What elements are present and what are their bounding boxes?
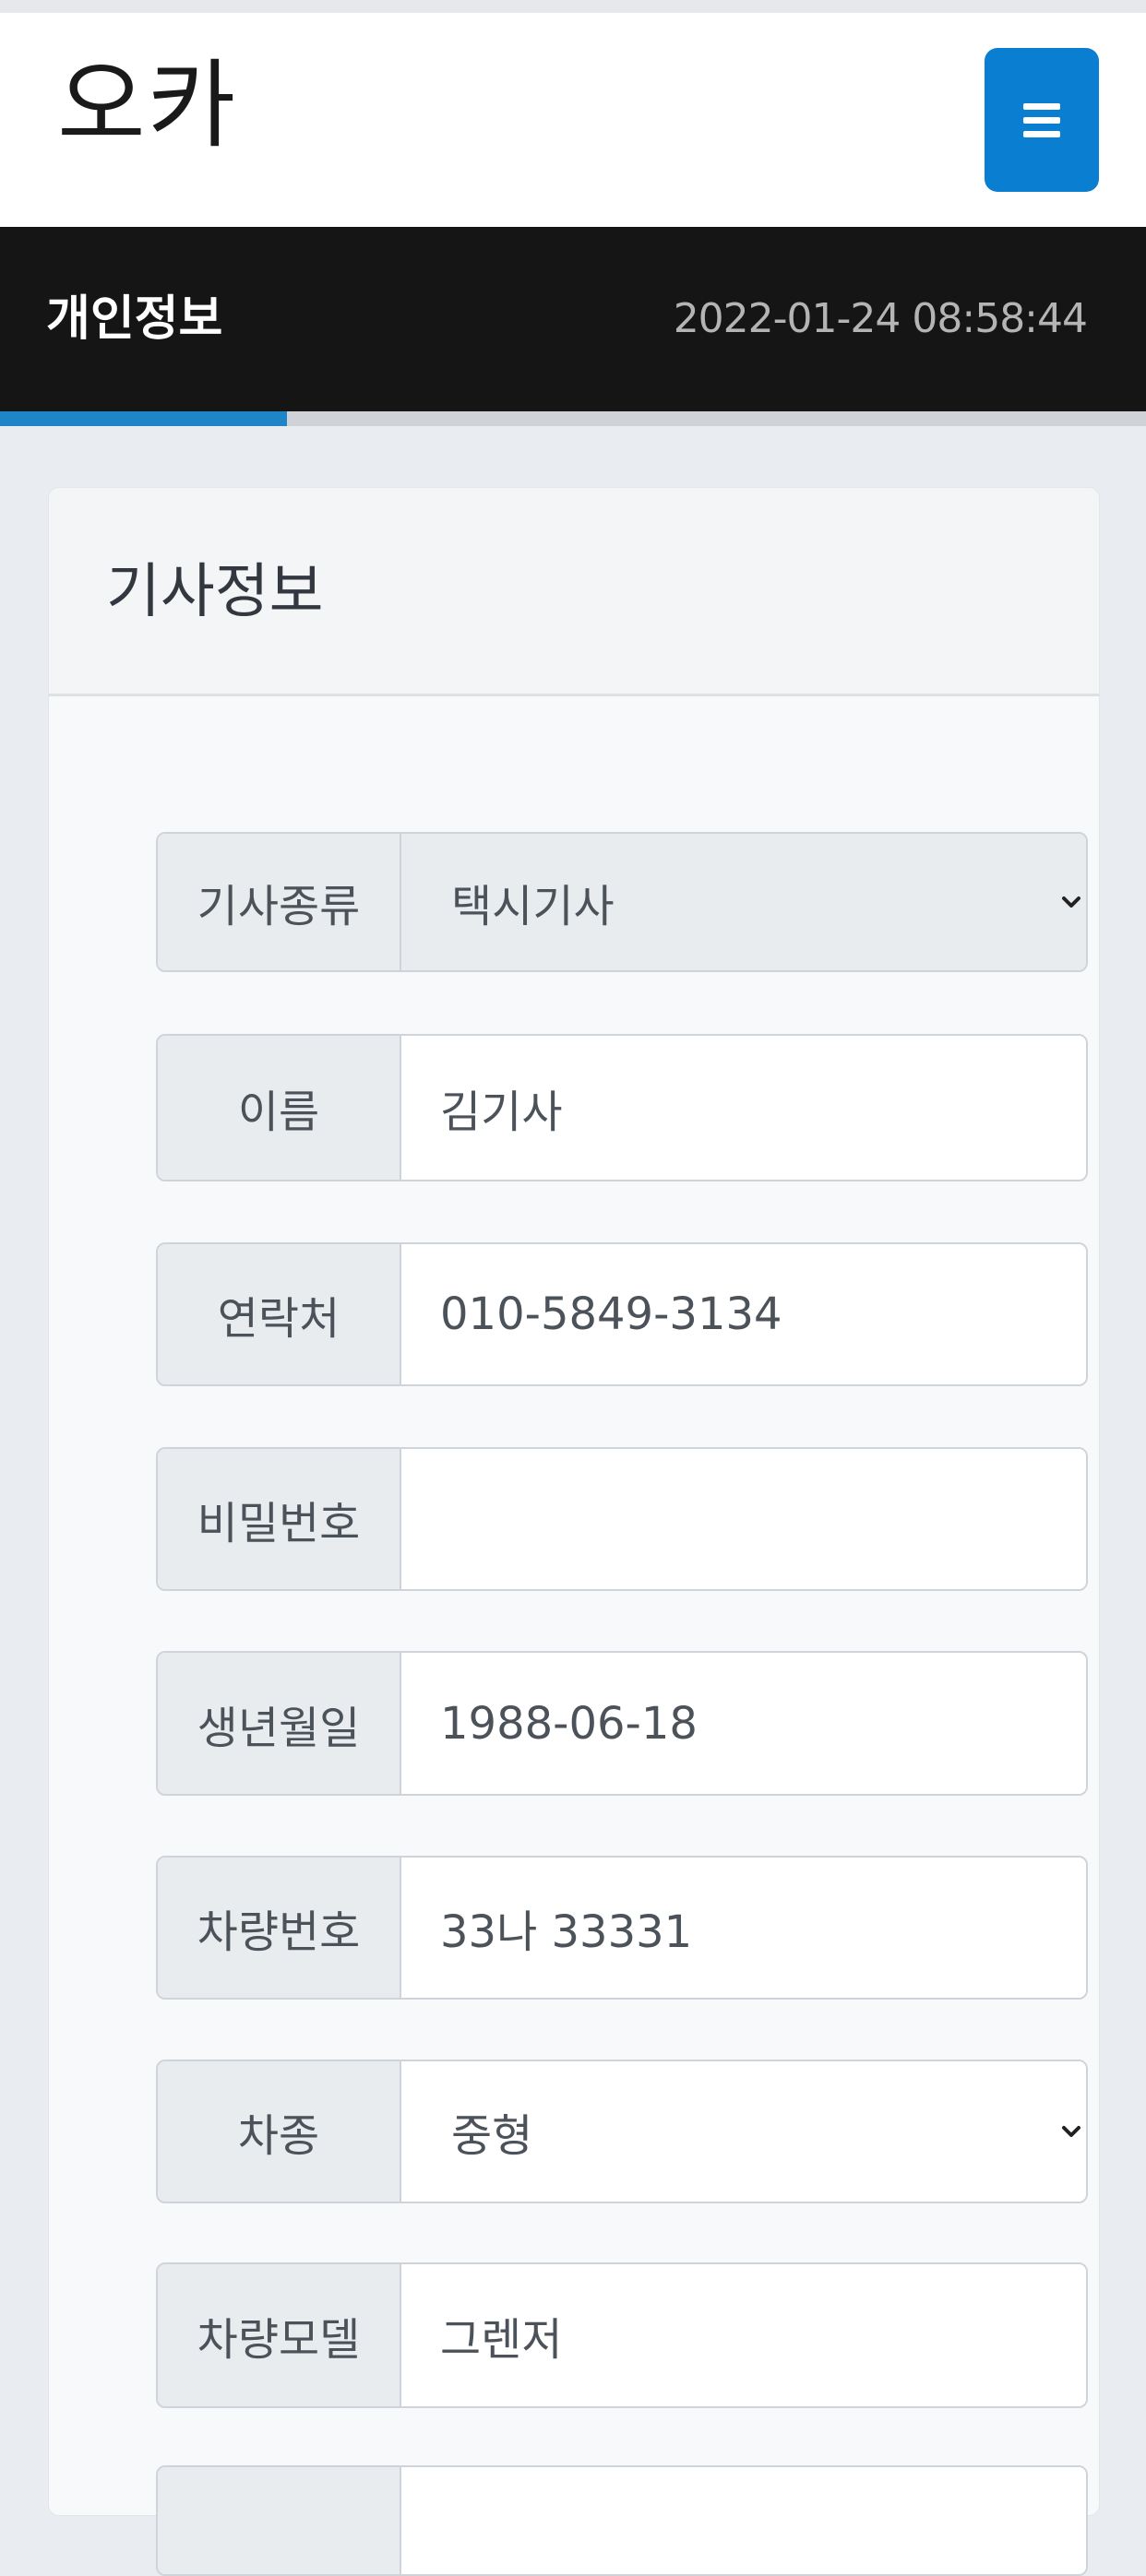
contact-input[interactable]: 010-5849-3134	[401, 1244, 1086, 1384]
page-title: 개인정보	[46, 291, 223, 347]
birthdate-field: 생년월일 1988-06-18	[156, 1651, 1088, 1796]
vehicle-model-field: 차량모델 그렌저	[156, 2262, 1088, 2408]
menu-button[interactable]	[985, 48, 1099, 192]
vehicle-type-select[interactable]: 중형	[401, 2061, 1086, 2202]
password-input[interactable]	[401, 1449, 1086, 1589]
card-title: 기사정보	[106, 558, 324, 626]
chevron-down-icon	[1062, 896, 1080, 908]
app-logo[interactable]: 오카	[57, 50, 237, 160]
chevron-down-icon	[1062, 2126, 1080, 2137]
vehicle-type-label: 차종	[158, 2061, 401, 2202]
vehicle-type-value: 중형	[451, 2110, 533, 2162]
hamburger-icon	[1023, 102, 1060, 137]
app-header: 오카	[0, 13, 1146, 227]
vehicle-number-field: 차량번호 33나 33331	[156, 1856, 1088, 2000]
contact-field: 연락처 010-5849-3134	[156, 1242, 1088, 1386]
vehicle-number-input[interactable]: 33나 33331	[401, 1858, 1086, 1998]
top-strip	[0, 0, 1146, 13]
contact-label: 연락처	[158, 1244, 401, 1384]
progress-fill	[0, 411, 287, 426]
driver-type-label: 기사종류	[158, 834, 401, 970]
driver-type-select[interactable]: 택시기사	[401, 834, 1086, 970]
next-field-label	[158, 2467, 401, 2574]
name-input[interactable]: 김기사	[401, 1036, 1086, 1180]
password-field: 비밀번호	[156, 1447, 1088, 1591]
birthdate-input[interactable]: 1988-06-18	[401, 1653, 1086, 1794]
vehicle-model-label: 차량모델	[158, 2264, 401, 2406]
password-label: 비밀번호	[158, 1449, 401, 1589]
name-field: 이름 김기사	[156, 1034, 1088, 1181]
vehicle-type-field: 차종 중형	[156, 2060, 1088, 2203]
driver-type-value: 택시기사	[451, 881, 615, 932]
next-field-input[interactable]	[401, 2467, 1086, 2574]
driver-type-field: 기사종류 택시기사	[156, 832, 1088, 972]
progress-bar	[0, 411, 1146, 426]
vehicle-number-label: 차량번호	[158, 1858, 401, 1998]
next-field-partial	[156, 2465, 1088, 2576]
card-header: 기사정보	[49, 488, 1099, 696]
name-label: 이름	[158, 1036, 401, 1180]
vehicle-model-input[interactable]: 그렌저	[401, 2264, 1086, 2406]
driver-info-card: 기사정보 기사종류 택시기사 이름 김기사 연락처 010-5849-3134 …	[48, 487, 1100, 2576]
current-datetime: 2022-01-24 08:58:44	[673, 295, 1088, 342]
page-titlebar: 개인정보 2022-01-24 08:58:44	[0, 227, 1146, 411]
birthdate-label: 생년월일	[158, 1653, 401, 1794]
